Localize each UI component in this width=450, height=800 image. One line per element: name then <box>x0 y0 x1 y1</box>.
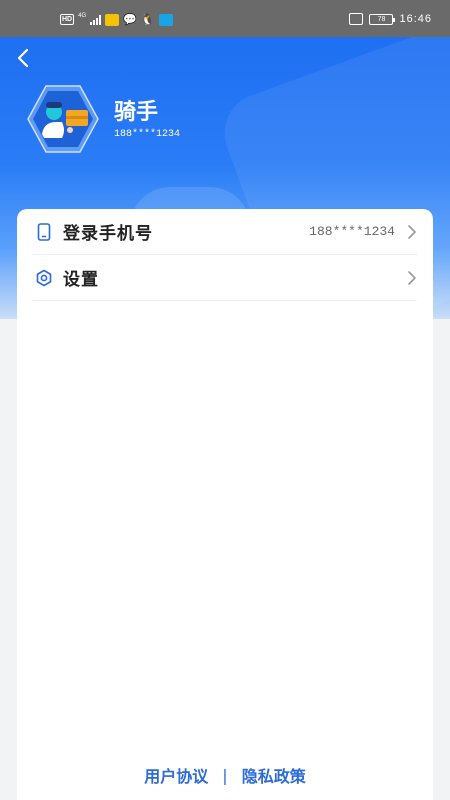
footer-links: 用户协议 | 隐私政策 <box>0 763 450 787</box>
battery-icon: 78 <box>369 13 396 25</box>
login-phone-row[interactable]: 登录手机号 188****1234 <box>33 209 417 255</box>
chat-icon: 💬 <box>123 14 137 26</box>
vibrate-icon <box>349 13 364 25</box>
delivery-rider-avatar <box>27 85 99 153</box>
menu-card: 登录手机号 188****1234 设置 <box>17 209 433 800</box>
chevron-right-icon <box>408 224 416 239</box>
chevron-right-icon <box>408 270 416 285</box>
signal-icon <box>90 14 102 25</box>
browser-icon <box>158 13 173 26</box>
status-left: HD 4G 💬 🐧 <box>60 13 173 26</box>
app-notification-icon <box>105 13 120 26</box>
row-value: 188****1234 <box>309 224 395 239</box>
user-name: 骑手 <box>114 100 159 125</box>
footer-separator: | <box>222 765 228 785</box>
user-phone: 188****1234 <box>114 129 181 140</box>
gear-icon <box>35 269 53 287</box>
status-bar: HD 4G 💬 🐧 78 16:46 <box>0 0 450 37</box>
privacy-policy-link[interactable]: 隐私政策 <box>242 763 306 787</box>
chevron-left-icon[interactable] <box>12 46 36 70</box>
network-type: 4G <box>78 12 87 19</box>
row-label: 登录手机号 <box>63 224 153 244</box>
row-label: 设置 <box>63 270 99 290</box>
qq-icon: 🐧 <box>140 14 155 26</box>
settings-row[interactable]: 设置 <box>33 255 417 301</box>
phone-icon <box>35 222 53 241</box>
user-agreement-link[interactable]: 用户协议 <box>144 763 208 787</box>
hd-indicator: HD <box>60 14 75 25</box>
status-right: 78 16:46 <box>349 13 432 25</box>
clock: 16:46 <box>399 13 432 25</box>
